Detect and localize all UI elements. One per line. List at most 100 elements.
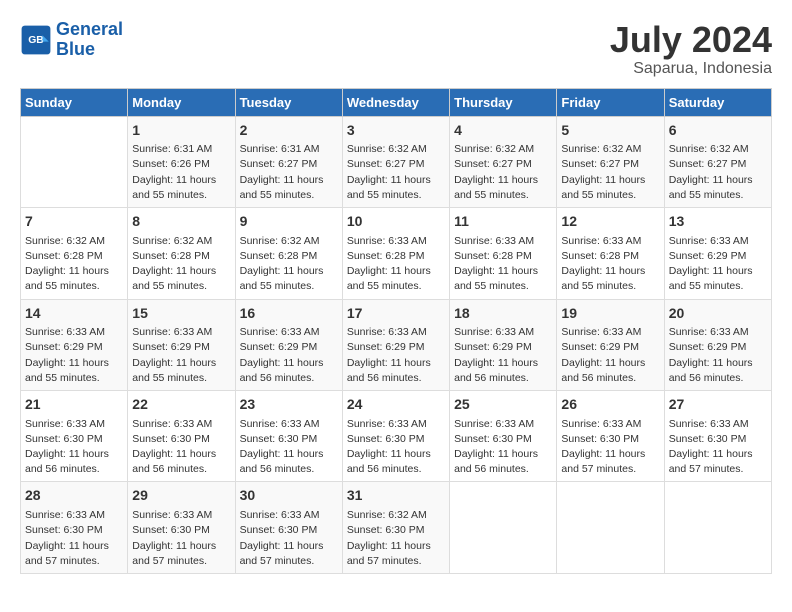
calendar-week-row: 1Sunrise: 6:31 AM Sunset: 6:26 PM Daylig… [21,116,772,207]
weekday-header: Wednesday [342,88,449,116]
calendar-cell: 9Sunrise: 6:32 AM Sunset: 6:28 PM Daylig… [235,208,342,299]
day-info: Sunrise: 6:32 AM Sunset: 6:28 PM Dayligh… [25,234,123,295]
day-info: Sunrise: 6:33 AM Sunset: 6:29 PM Dayligh… [561,325,659,386]
day-info: Sunrise: 6:33 AM Sunset: 6:29 PM Dayligh… [240,325,338,386]
day-number: 20 [669,304,767,324]
calendar-cell: 26Sunrise: 6:33 AM Sunset: 6:30 PM Dayli… [557,391,664,482]
day-number: 28 [25,486,123,506]
calendar-cell: 22Sunrise: 6:33 AM Sunset: 6:30 PM Dayli… [128,391,235,482]
day-number: 4 [454,121,552,141]
day-info: Sunrise: 6:33 AM Sunset: 6:28 PM Dayligh… [454,234,552,295]
day-info: Sunrise: 6:33 AM Sunset: 6:29 PM Dayligh… [347,325,445,386]
day-number: 23 [240,395,338,415]
calendar-cell [450,482,557,573]
calendar-header-row: SundayMondayTuesdayWednesdayThursdayFrid… [21,88,772,116]
calendar-cell: 5Sunrise: 6:32 AM Sunset: 6:27 PM Daylig… [557,116,664,207]
calendar-cell: 8Sunrise: 6:32 AM Sunset: 6:28 PM Daylig… [128,208,235,299]
calendar-cell: 31Sunrise: 6:32 AM Sunset: 6:30 PM Dayli… [342,482,449,573]
weekday-header: Saturday [664,88,771,116]
day-info: Sunrise: 6:32 AM Sunset: 6:27 PM Dayligh… [347,142,445,203]
weekday-header: Friday [557,88,664,116]
day-number: 26 [561,395,659,415]
logo-text: General Blue [56,20,123,60]
calendar-cell: 10Sunrise: 6:33 AM Sunset: 6:28 PM Dayli… [342,208,449,299]
page-header: GB General Blue July 2024 Saparua, Indon… [20,20,772,78]
day-number: 12 [561,212,659,232]
calendar-cell: 28Sunrise: 6:33 AM Sunset: 6:30 PM Dayli… [21,482,128,573]
weekday-header: Tuesday [235,88,342,116]
weekday-header: Sunday [21,88,128,116]
day-number: 25 [454,395,552,415]
day-number: 21 [25,395,123,415]
day-number: 19 [561,304,659,324]
calendar-cell: 12Sunrise: 6:33 AM Sunset: 6:28 PM Dayli… [557,208,664,299]
calendar-cell: 11Sunrise: 6:33 AM Sunset: 6:28 PM Dayli… [450,208,557,299]
day-info: Sunrise: 6:32 AM Sunset: 6:27 PM Dayligh… [454,142,552,203]
calendar-cell: 18Sunrise: 6:33 AM Sunset: 6:29 PM Dayli… [450,299,557,390]
day-number: 3 [347,121,445,141]
calendar-cell [664,482,771,573]
calendar-cell: 21Sunrise: 6:33 AM Sunset: 6:30 PM Dayli… [21,391,128,482]
day-info: Sunrise: 6:33 AM Sunset: 6:30 PM Dayligh… [454,417,552,478]
logo-icon: GB [20,24,52,56]
location: Saparua, Indonesia [610,60,772,78]
day-info: Sunrise: 6:33 AM Sunset: 6:29 PM Dayligh… [25,325,123,386]
day-number: 9 [240,212,338,232]
day-number: 10 [347,212,445,232]
day-number: 2 [240,121,338,141]
calendar-week-row: 7Sunrise: 6:32 AM Sunset: 6:28 PM Daylig… [21,208,772,299]
calendar-cell [21,116,128,207]
day-number: 7 [25,212,123,232]
day-number: 22 [132,395,230,415]
day-number: 17 [347,304,445,324]
day-info: Sunrise: 6:32 AM Sunset: 6:27 PM Dayligh… [561,142,659,203]
day-info: Sunrise: 6:32 AM Sunset: 6:28 PM Dayligh… [240,234,338,295]
day-number: 31 [347,486,445,506]
title-block: July 2024 Saparua, Indonesia [610,20,772,78]
day-number: 30 [240,486,338,506]
day-info: Sunrise: 6:33 AM Sunset: 6:30 PM Dayligh… [132,417,230,478]
day-info: Sunrise: 6:33 AM Sunset: 6:30 PM Dayligh… [669,417,767,478]
day-info: Sunrise: 6:32 AM Sunset: 6:27 PM Dayligh… [669,142,767,203]
day-info: Sunrise: 6:33 AM Sunset: 6:28 PM Dayligh… [561,234,659,295]
day-info: Sunrise: 6:32 AM Sunset: 6:30 PM Dayligh… [347,508,445,569]
day-info: Sunrise: 6:33 AM Sunset: 6:29 PM Dayligh… [669,325,767,386]
weekday-header: Thursday [450,88,557,116]
day-info: Sunrise: 6:33 AM Sunset: 6:30 PM Dayligh… [240,508,338,569]
calendar-week-row: 21Sunrise: 6:33 AM Sunset: 6:30 PM Dayli… [21,391,772,482]
calendar-cell: 7Sunrise: 6:32 AM Sunset: 6:28 PM Daylig… [21,208,128,299]
day-info: Sunrise: 6:33 AM Sunset: 6:29 PM Dayligh… [454,325,552,386]
day-number: 15 [132,304,230,324]
day-info: Sunrise: 6:33 AM Sunset: 6:30 PM Dayligh… [25,508,123,569]
calendar-cell: 3Sunrise: 6:32 AM Sunset: 6:27 PM Daylig… [342,116,449,207]
calendar-cell: 30Sunrise: 6:33 AM Sunset: 6:30 PM Dayli… [235,482,342,573]
calendar-cell: 1Sunrise: 6:31 AM Sunset: 6:26 PM Daylig… [128,116,235,207]
day-number: 24 [347,395,445,415]
day-number: 1 [132,121,230,141]
day-number: 16 [240,304,338,324]
logo-line1: General [56,19,123,39]
calendar-table: SundayMondayTuesdayWednesdayThursdayFrid… [20,88,772,574]
day-info: Sunrise: 6:33 AM Sunset: 6:30 PM Dayligh… [347,417,445,478]
day-info: Sunrise: 6:33 AM Sunset: 6:30 PM Dayligh… [240,417,338,478]
day-number: 27 [669,395,767,415]
day-info: Sunrise: 6:33 AM Sunset: 6:30 PM Dayligh… [132,508,230,569]
day-info: Sunrise: 6:33 AM Sunset: 6:29 PM Dayligh… [669,234,767,295]
calendar-week-row: 28Sunrise: 6:33 AM Sunset: 6:30 PM Dayli… [21,482,772,573]
weekday-header: Monday [128,88,235,116]
calendar-cell: 14Sunrise: 6:33 AM Sunset: 6:29 PM Dayli… [21,299,128,390]
day-info: Sunrise: 6:33 AM Sunset: 6:30 PM Dayligh… [25,417,123,478]
calendar-cell: 19Sunrise: 6:33 AM Sunset: 6:29 PM Dayli… [557,299,664,390]
logo-line2: Blue [56,39,95,59]
calendar-cell: 17Sunrise: 6:33 AM Sunset: 6:29 PM Dayli… [342,299,449,390]
calendar-cell [557,482,664,573]
svg-text:GB: GB [28,35,44,46]
day-number: 5 [561,121,659,141]
day-info: Sunrise: 6:31 AM Sunset: 6:26 PM Dayligh… [132,142,230,203]
day-info: Sunrise: 6:32 AM Sunset: 6:28 PM Dayligh… [132,234,230,295]
logo: GB General Blue [20,20,123,60]
calendar-cell: 15Sunrise: 6:33 AM Sunset: 6:29 PM Dayli… [128,299,235,390]
day-info: Sunrise: 6:33 AM Sunset: 6:30 PM Dayligh… [561,417,659,478]
day-number: 29 [132,486,230,506]
calendar-cell: 6Sunrise: 6:32 AM Sunset: 6:27 PM Daylig… [664,116,771,207]
